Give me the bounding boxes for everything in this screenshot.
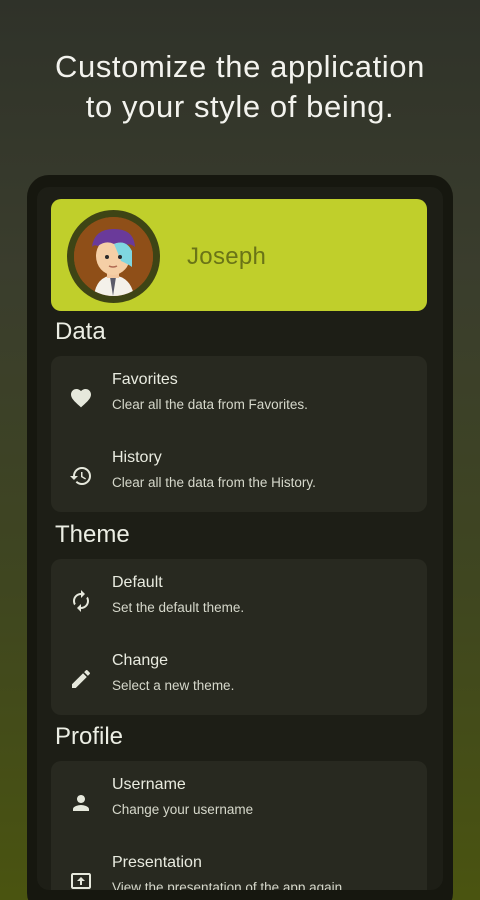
default-theme-subtitle: Set the default theme. — [112, 600, 245, 615]
heart-icon — [69, 386, 93, 410]
section-title-profile: Profile — [55, 723, 124, 750]
avatar[interactable] — [74, 217, 153, 296]
avatar-illustration — [74, 217, 153, 296]
favorites-title: Favorites — [112, 371, 178, 388]
profile-username: Joseph — [187, 243, 267, 270]
headline-line-1: Customize the application — [55, 49, 425, 84]
change-theme-setting[interactable]: Change Select a new theme. — [51, 645, 427, 715]
section-title-data: Data — [55, 318, 106, 345]
profile-settings-group: Username Change your username Presentati… — [51, 761, 427, 890]
pencil-icon — [69, 667, 93, 691]
presentation-subtitle: View the presentation of the app again — [112, 880, 343, 890]
favorites-subtitle: Clear all the data from Favorites. — [112, 397, 308, 412]
username-subtitle: Change your username — [112, 802, 254, 817]
person-icon — [69, 791, 93, 815]
reset-icon — [69, 589, 93, 613]
username-title: Username — [112, 776, 186, 793]
change-theme-subtitle: Select a new theme. — [112, 678, 235, 693]
default-theme-title: Default — [112, 574, 163, 591]
presentation-icon — [69, 869, 93, 890]
change-theme-title: Change — [112, 652, 169, 669]
history-setting[interactable]: History Clear all the data from the Hist… — [51, 442, 427, 512]
promo-headline: Customize the application to your style … — [0, 47, 480, 127]
history-title: History — [112, 449, 162, 466]
history-subtitle: Clear all the data from the History. — [112, 475, 316, 490]
theme-settings-group: Default Set the default theme. Change Se… — [51, 559, 427, 715]
history-icon — [69, 464, 93, 488]
avatar-ring — [67, 210, 160, 303]
headline-line-2: to your style of being. — [85, 89, 395, 124]
username-setting[interactable]: Username Change your username — [51, 769, 427, 839]
data-settings-group: Favorites Clear all the data from Favori… — [51, 356, 427, 512]
phone-frame: Joseph Data Favorites Clear all the data… — [27, 175, 453, 900]
settings-screen: Joseph Data Favorites Clear all the data… — [37, 187, 443, 890]
presentation-setting[interactable]: Presentation View the presentation of th… — [51, 847, 427, 890]
default-theme-setting[interactable]: Default Set the default theme. — [51, 567, 427, 637]
presentation-title: Presentation — [112, 854, 202, 871]
section-title-theme: Theme — [55, 521, 130, 548]
profile-card[interactable]: Joseph — [51, 199, 427, 311]
favorites-setting[interactable]: Favorites Clear all the data from Favori… — [51, 364, 427, 434]
